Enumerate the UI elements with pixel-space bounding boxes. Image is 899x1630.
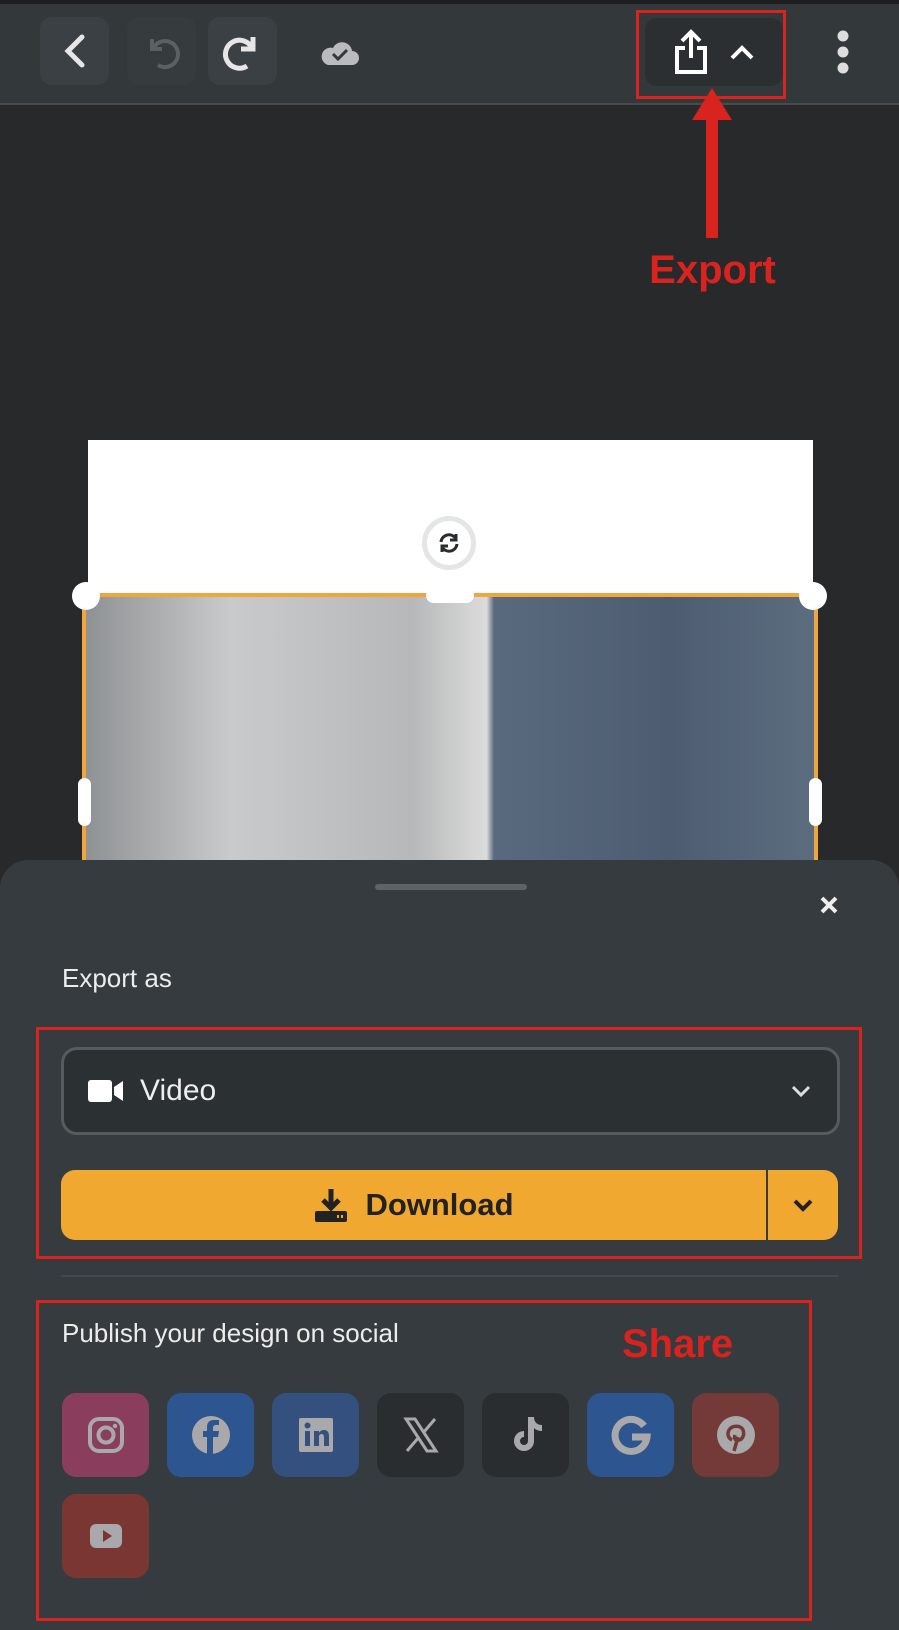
tiktok-icon [513,1417,542,1451]
download-button[interactable]: Download [61,1170,768,1240]
resize-handle-top-right[interactable] [799,582,827,610]
undo-icon [149,39,180,69]
share-pinterest-button[interactable] [692,1393,779,1477]
share-google-button[interactable] [587,1393,674,1477]
resize-handle-top-left[interactable] [72,582,100,610]
share-annotation-label: Share [622,1322,734,1366]
pinterest-icon [716,1416,755,1454]
resize-handle-left[interactable] [78,778,91,826]
publish-social-label: Publish your design on social [62,1318,399,1348]
close-button[interactable] [817,893,841,922]
divider [61,1275,838,1277]
facebook-icon [191,1416,230,1455]
video-camera-icon [88,1080,123,1102]
resize-handle-top[interactable] [426,588,474,603]
share-facebook-button[interactable] [167,1393,254,1477]
back-button[interactable] [40,17,109,85]
redo-button[interactable] [208,17,277,85]
x-twitter-icon [402,1417,439,1453]
sheet-drag-handle[interactable] [375,884,527,890]
export-format-value: Video [140,1074,217,1107]
resize-handle-right[interactable] [809,778,822,826]
close-icon [820,896,838,914]
selection-frame [82,593,818,893]
chevron-down-icon [791,1085,811,1098]
google-icon [611,1415,651,1455]
share-x-button[interactable] [377,1393,464,1477]
annotation-arrow [690,88,734,245]
chevron-left-icon [63,34,84,68]
share-linkedin-button[interactable] [272,1393,359,1477]
share-youtube-button[interactable] [62,1494,149,1578]
download-label: Download [365,1187,514,1222]
download-options-button[interactable] [768,1170,838,1240]
rotate-icon [439,533,459,553]
chevron-down-icon [793,1199,813,1212]
export-format-select[interactable]: Video [61,1047,840,1135]
download-icon [315,1189,348,1222]
more-vertical-icon [837,30,849,74]
redo-icon [222,37,255,71]
linkedin-icon [298,1418,333,1452]
export-annotation-label: Export [649,248,776,292]
rotate-button[interactable] [422,516,476,570]
cloud-saved-icon [320,35,360,74]
download-split-button: Download [61,1170,838,1240]
export-annotation-box [636,10,786,99]
undo-button[interactable] [127,17,196,85]
more-options-button[interactable] [836,30,850,79]
export-as-label: Export as [62,963,172,993]
youtube-icon [89,1524,122,1548]
share-tiktok-button[interactable] [482,1393,569,1477]
instagram-icon [87,1417,124,1453]
share-instagram-button[interactable] [62,1393,149,1477]
